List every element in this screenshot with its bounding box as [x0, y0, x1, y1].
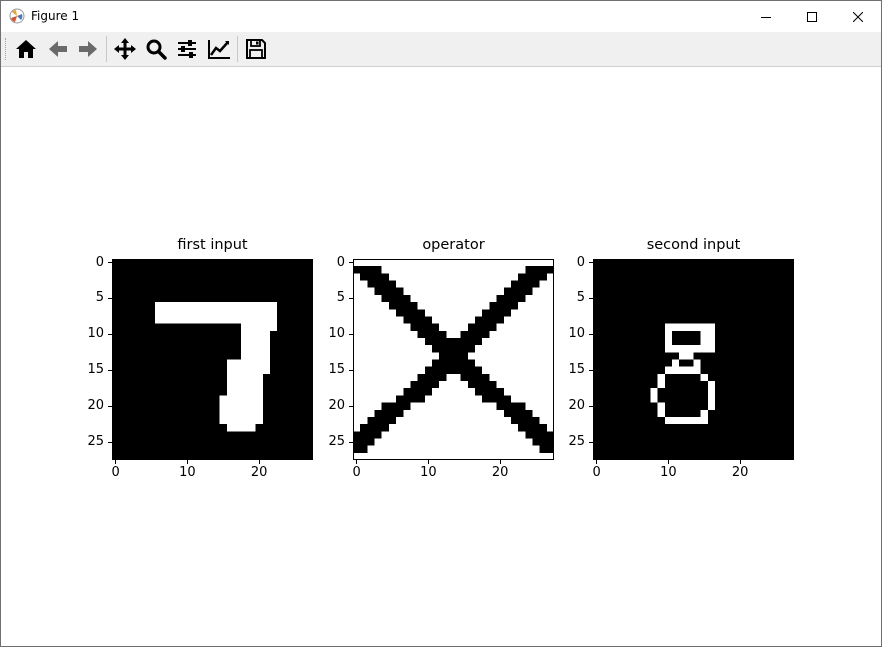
x-tick-label: 0: [111, 465, 120, 480]
y-tick-mark: [349, 441, 353, 443]
y-tick-mark: [349, 297, 353, 299]
y-tick-label: 25: [328, 434, 345, 450]
x-tick-mark: [258, 460, 260, 464]
pan-button[interactable]: [112, 36, 138, 62]
x-tick-label: 10: [660, 465, 677, 480]
y-tick-mark: [589, 297, 593, 299]
window-title: Figure 1: [31, 9, 80, 23]
x-tick-label: 20: [731, 465, 749, 480]
home-icon: [16, 40, 36, 58]
move-icon: [114, 38, 136, 60]
y-tick-mark: [108, 262, 112, 264]
y-tick-label: 10: [87, 326, 104, 342]
x-tick-mark: [356, 460, 358, 464]
x-tick-label: 20: [491, 465, 509, 480]
x-tick-mark: [667, 460, 669, 464]
y-tick-label: 5: [576, 290, 585, 306]
subplot-title: second input: [646, 237, 741, 253]
y-tick-label: 10: [328, 326, 345, 342]
y-tick-mark: [349, 369, 353, 371]
y-tick-label: 15: [568, 362, 585, 378]
matplotlib-app-icon: [9, 8, 25, 24]
maximize-button[interactable]: [789, 1, 835, 32]
maximize-icon: [807, 11, 817, 22]
magnifier-icon: [146, 39, 167, 60]
back-button[interactable]: [45, 36, 71, 62]
y-tick-mark: [108, 405, 112, 407]
toolbar-grip[interactable]: [5, 38, 8, 60]
x-tick-mark: [115, 460, 117, 464]
x-tick-mark: [499, 460, 501, 464]
y-tick-label: 20: [328, 398, 345, 414]
y-tick-label: 0: [336, 254, 345, 270]
figure-window: Figure 1 first input 0 5 10 15 20 25 0 1…: [0, 0, 882, 647]
configure-subplots-button[interactable]: [174, 36, 200, 62]
navigation-toolbar: [1, 32, 881, 67]
axes-frame: [353, 259, 554, 460]
axes-frame: [593, 259, 794, 460]
y-tick-mark: [589, 441, 593, 443]
figure-canvas[interactable]: first input 0 5 10 15 20 25 0 10 20 operator 0 5 10 15…: [1, 67, 881, 646]
y-tick-label: 20: [568, 398, 585, 414]
y-tick-mark: [349, 333, 353, 335]
minimize-icon: [761, 16, 771, 18]
y-tick-label: 5: [95, 290, 104, 306]
toolbar-separator: [237, 36, 238, 62]
y-tick-mark: [589, 369, 593, 371]
title-bar[interactable]: Figure 1: [1, 1, 881, 32]
line-chart-icon: [208, 40, 230, 59]
edit-axis-button[interactable]: [206, 36, 232, 62]
y-tick-mark: [349, 262, 353, 264]
close-button[interactable]: [835, 1, 881, 32]
x-tick-label: 0: [592, 465, 601, 480]
y-tick-label: 10: [568, 326, 585, 342]
floppy-disk-icon: [246, 39, 266, 59]
y-tick-label: 0: [95, 254, 104, 270]
axes-frame: [112, 259, 313, 460]
y-tick-mark: [108, 369, 112, 371]
x-tick-mark: [186, 460, 188, 464]
y-tick-mark: [108, 297, 112, 299]
sliders-icon: [178, 40, 196, 58]
y-tick-mark: [589, 262, 593, 264]
home-button[interactable]: [13, 36, 39, 62]
minimize-button[interactable]: [743, 1, 789, 32]
y-tick-mark: [108, 441, 112, 443]
subplot-title: operator: [422, 237, 485, 253]
zoom-button[interactable]: [143, 36, 169, 62]
y-tick-mark: [108, 333, 112, 335]
close-icon: [853, 11, 863, 22]
x-tick-label: 10: [420, 465, 437, 480]
y-tick-label: 15: [328, 362, 345, 378]
y-tick-mark: [349, 405, 353, 407]
y-tick-mark: [589, 405, 593, 407]
x-tick-mark: [739, 460, 741, 464]
y-tick-label: 25: [568, 434, 585, 450]
x-tick-label: 20: [250, 465, 268, 480]
y-tick-label: 5: [336, 290, 345, 306]
y-tick-label: 25: [87, 434, 104, 450]
toolbar-separator: [106, 36, 107, 62]
arrow-right-icon: [79, 41, 97, 57]
arrow-left-icon: [49, 41, 67, 57]
save-button[interactable]: [243, 36, 269, 62]
y-tick-label: 0: [576, 254, 585, 270]
x-tick-label: 10: [179, 465, 196, 480]
x-tick-mark: [427, 460, 429, 464]
x-tick-label: 0: [352, 465, 361, 480]
x-tick-mark: [596, 460, 598, 464]
y-tick-label: 15: [87, 362, 104, 378]
subplot-title: first input: [177, 237, 248, 253]
y-tick-label: 20: [87, 398, 104, 414]
forward-button[interactable]: [75, 36, 101, 62]
y-tick-mark: [589, 333, 593, 335]
